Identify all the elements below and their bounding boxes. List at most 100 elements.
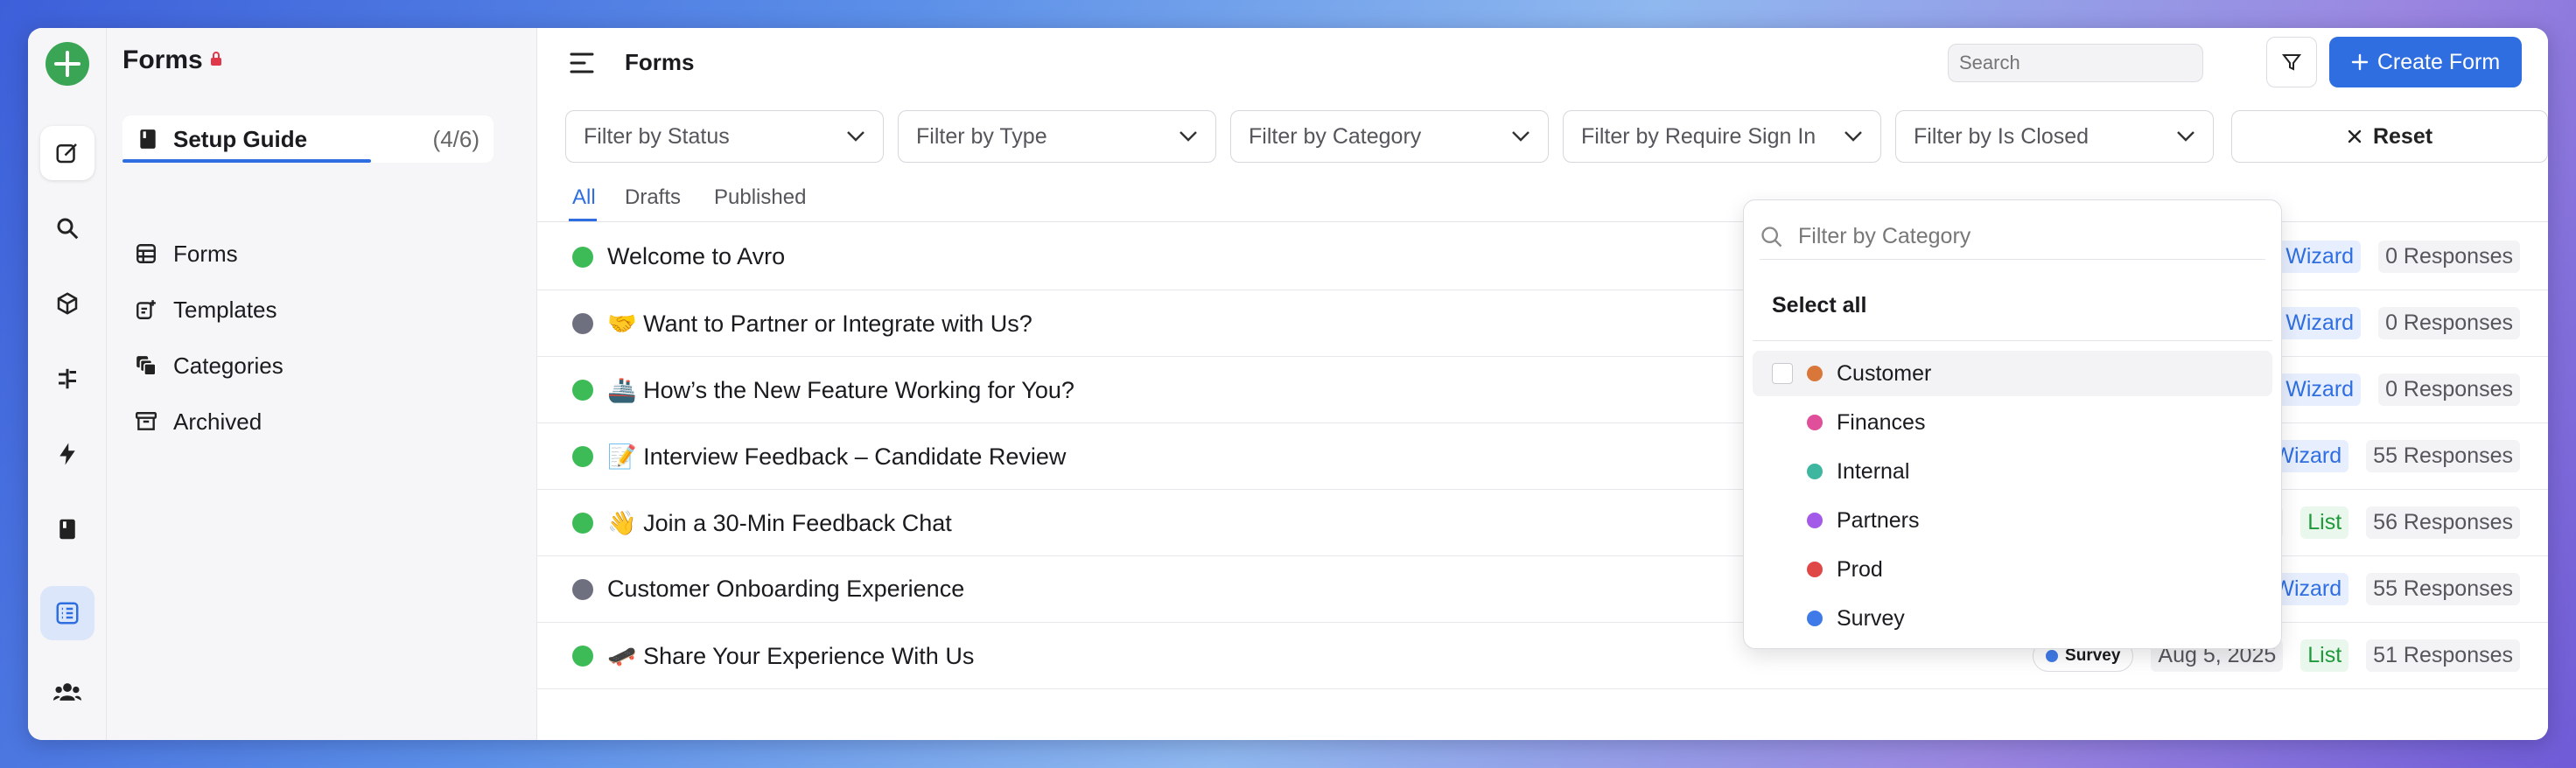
search-icon [1761, 226, 1782, 247]
sidebar-toggle-button[interactable] [569, 51, 595, 80]
form-title[interactable]: 🚢 How’s the New Feature Working for You? [607, 376, 1074, 404]
category-option-survey[interactable]: Survey [1753, 596, 2272, 641]
page-title: Forms [625, 49, 695, 75]
response-count[interactable]: 55 Responses [2366, 440, 2520, 472]
nav-item-label: Archived [173, 408, 262, 435]
nav-item-archived[interactable]: Archived [135, 404, 262, 439]
nav-item-forms[interactable]: Forms [135, 236, 238, 271]
tab-drafts[interactable]: Drafts [625, 185, 681, 210]
filter-label: Filter by Category [1249, 123, 1422, 149]
filter-is-closed-select[interactable]: Filter by Is Closed [1895, 110, 2214, 163]
chevron-down-icon [847, 131, 864, 142]
filter-label: Filter by Is Closed [1914, 123, 2090, 149]
category-option-prod[interactable]: Prod [1753, 547, 2272, 592]
category-option-customer[interactable]: Customer [1753, 351, 2272, 396]
status-dot [572, 512, 593, 534]
rail-book-button[interactable] [40, 502, 94, 556]
nav-item-label: Categories [173, 352, 284, 379]
option-color-dot [1807, 415, 1823, 430]
filter-category-select[interactable]: Filter by Category [1230, 110, 1549, 163]
filter-type-select[interactable]: Filter by Type [898, 110, 1216, 163]
layout-icon [59, 368, 76, 389]
response-count[interactable]: 0 Responses [2378, 241, 2520, 273]
status-dot [572, 379, 593, 401]
filter-require-sign-in-select[interactable]: Filter by Require Sign In [1563, 110, 1881, 163]
form-title[interactable]: 👋 Join a 30-Min Feedback Chat [607, 509, 952, 537]
option-checkbox[interactable] [1772, 363, 1793, 384]
option-color-dot [1807, 562, 1823, 577]
lock-icon [210, 51, 222, 71]
setup-guide-count: (4/6) [432, 125, 480, 152]
nav-item-categories[interactable]: Categories [135, 348, 284, 383]
search-input[interactable] [1959, 52, 2211, 74]
option-label: Internal [1837, 458, 1910, 484]
nav-panel: Forms Setup Guide (4/6) Forms Templates … [107, 28, 537, 740]
option-color-dot [1807, 611, 1823, 626]
form-title[interactable]: Welcome to Avro [607, 243, 785, 270]
rail-users-button[interactable] [40, 665, 94, 719]
response-count[interactable]: 56 Responses [2366, 506, 2520, 539]
form-title[interactable]: Customer Onboarding Experience [607, 576, 964, 603]
create-form-button[interactable]: Create Form [2329, 37, 2522, 87]
setup-guide[interactable]: Setup Guide (4/6) [122, 115, 494, 163]
form-title[interactable]: 🤝 Want to Partner or Integrate with Us? [607, 310, 1032, 338]
form-mode: Wizard [2278, 374, 2362, 406]
chevron-down-icon [1180, 131, 1197, 142]
status-dot [572, 246, 593, 268]
option-color-dot [1807, 366, 1823, 381]
reset-label: Reset [2372, 123, 2433, 149]
menu-icon [570, 52, 594, 73]
app-logo[interactable] [46, 42, 89, 86]
filter-button[interactable] [2266, 37, 2317, 87]
tab-all[interactable]: All [572, 185, 596, 210]
select-all-option[interactable]: Select all [1772, 293, 1866, 318]
form-list-icon [56, 602, 79, 625]
rail-bolt-button[interactable] [40, 427, 94, 481]
archive-icon [135, 412, 158, 430]
tab-published[interactable]: Published [714, 185, 806, 210]
nav-item-label: Templates [173, 296, 277, 323]
response-count[interactable]: 0 Responses [2378, 374, 2520, 406]
chevron-down-icon [1512, 131, 1530, 142]
active-tab-indicator [569, 219, 597, 221]
book-icon [140, 129, 156, 149]
nav-title: Forms [122, 45, 222, 75]
category-search-box[interactable] [1760, 214, 2265, 260]
rail-cube-button[interactable] [40, 276, 94, 331]
option-color-dot [1807, 513, 1823, 528]
plus-icon [2351, 53, 2369, 71]
form-title[interactable]: 🛹 Share Your Experience With Us [607, 642, 974, 670]
nav-item-templates[interactable]: Templates [135, 292, 277, 327]
category-search-input[interactable] [1798, 224, 2265, 249]
categories-icon [136, 356, 157, 376]
rail-layout-button[interactable] [40, 352, 94, 406]
filter-label: Filter by Status [584, 123, 730, 149]
category-option-finances[interactable]: Finances [1753, 400, 2272, 445]
app-window: Forms Setup Guide (4/6) Forms Templates … [28, 28, 2548, 740]
category-option-partners[interactable]: Partners [1753, 498, 2272, 543]
form-mode: Wizard [2278, 307, 2362, 339]
response-count[interactable]: 55 Responses [2366, 573, 2520, 605]
chevron-down-icon [1844, 131, 1862, 142]
filter-status-select[interactable]: Filter by Status [565, 110, 884, 163]
reset-button[interactable]: Reset [2231, 110, 2548, 163]
edit-icon [56, 143, 77, 164]
rail-search-button[interactable] [40, 201, 94, 255]
template-icon [136, 300, 156, 319]
nav-title-text: Forms [122, 45, 203, 74]
rail-forms-button[interactable] [40, 586, 94, 640]
form-title[interactable]: 📝 Interview Feedback – Candidate Review [607, 443, 1066, 471]
response-count[interactable]: 51 Responses [2366, 639, 2520, 672]
chevron-down-icon [2177, 131, 2194, 142]
rail-edit-button[interactable] [40, 126, 94, 180]
category-option-internal[interactable]: Internal [1753, 449, 2272, 494]
option-color-dot [1807, 464, 1823, 479]
search-box[interactable] [1948, 44, 2211, 82]
plus-logo-icon [54, 51, 80, 77]
setup-progress-bar [122, 159, 371, 163]
search-icon [57, 218, 79, 240]
response-count[interactable]: 0 Responses [2378, 307, 2520, 339]
create-form-label: Create Form [2376, 49, 2501, 74]
table-icon [136, 244, 156, 263]
main-content: Forms Create Form Filter by Status Filte… [537, 28, 2548, 740]
